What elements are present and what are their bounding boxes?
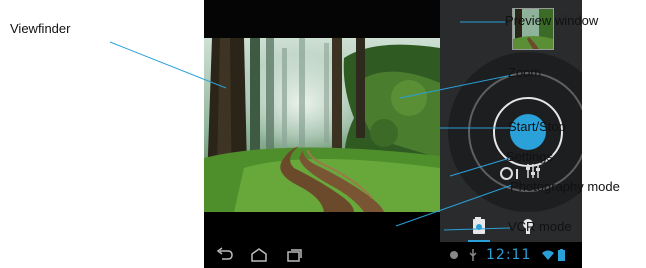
start-stop-label: Start/Stop [508, 119, 566, 134]
photography-mode-label: Photography mode [510, 179, 620, 194]
wifi-icon [542, 250, 554, 260]
sliders-icon[interactable] [524, 162, 542, 180]
video-camera-icon[interactable] [470, 216, 490, 236]
status-clock: 12:11 [486, 247, 532, 263]
usb-icon [469, 249, 477, 261]
viewfinder[interactable] [204, 38, 440, 212]
preview-window-label: Preview window [505, 13, 599, 28]
android-debug-icon [450, 251, 458, 259]
recent-apps-icon[interactable] [286, 247, 304, 263]
forest-scene-image [204, 38, 440, 212]
home-icon[interactable] [250, 247, 268, 263]
back-arrow-icon[interactable] [216, 247, 234, 263]
zoom-label: Zoom [508, 65, 542, 80]
camera-annotated-diagram: 12:11 Viewfinder Preview window Zoom Sta… [0, 0, 646, 268]
vcr-mode-label: VCR mode [508, 219, 572, 234]
viewfinder-label: Viewfinder [10, 21, 71, 36]
top-black-band [204, 0, 440, 38]
bottom-black-band [204, 212, 440, 242]
settings-label: Settings [506, 149, 553, 164]
system-navigation-bar: 12:11 [204, 242, 582, 268]
battery-icon [558, 249, 565, 261]
mode-divider [516, 169, 518, 179]
